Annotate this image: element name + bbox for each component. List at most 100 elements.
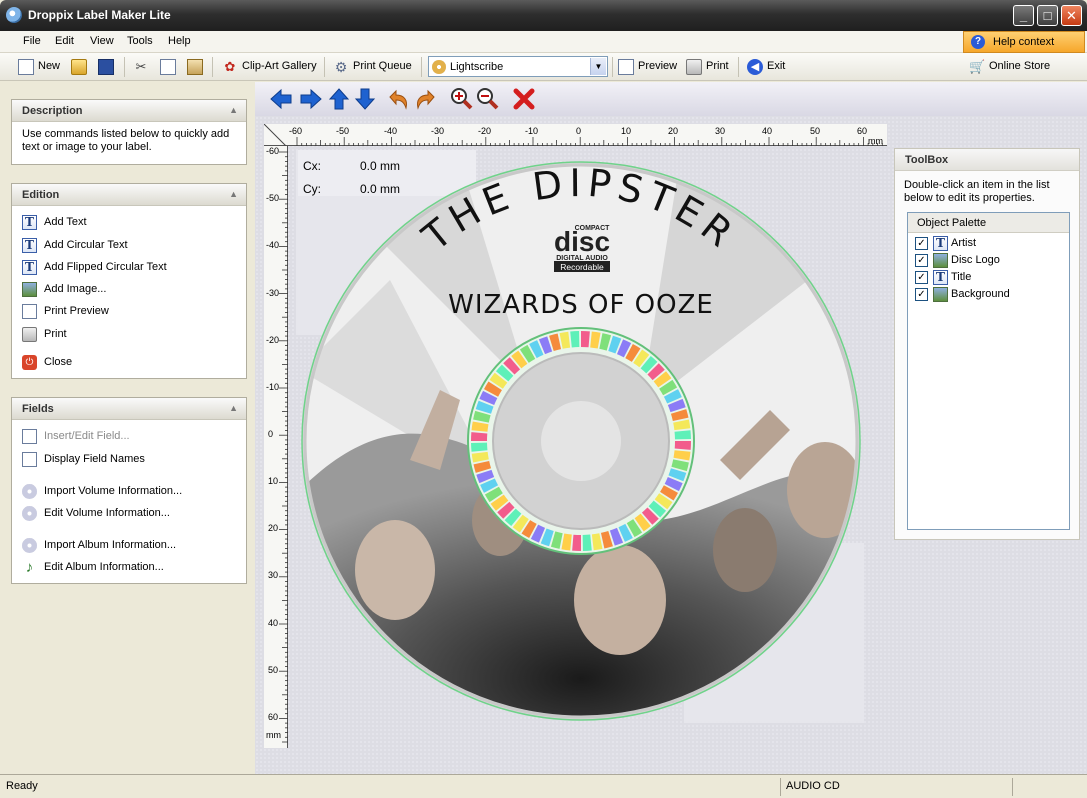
redo-icon[interactable] bbox=[414, 87, 438, 111]
menu-edit[interactable]: Edit bbox=[55, 35, 74, 47]
compact-disc-logo[interactable]: COMPACT disc DIGITAL AUDIO Recordable bbox=[554, 225, 610, 272]
display-field-names-item[interactable]: Display Field Names bbox=[22, 451, 237, 469]
print-preview-item[interactable]: Print Preview bbox=[22, 303, 237, 321]
import-album-info-item[interactable]: Import Album Information... bbox=[22, 537, 237, 555]
new-button[interactable]: New bbox=[18, 58, 62, 76]
palette-row-background[interactable]: ✓ Background bbox=[915, 286, 1065, 303]
cut-button[interactable]: ✂ bbox=[133, 58, 149, 76]
artist-checkbox[interactable]: ✓ bbox=[915, 237, 928, 250]
arrow-down-icon[interactable] bbox=[353, 87, 377, 111]
undo-icon[interactable] bbox=[386, 87, 410, 111]
ruler-label: -20 bbox=[266, 335, 280, 345]
exit-icon: ◀ bbox=[747, 59, 763, 75]
title-text[interactable]: WIZARDS OF OOZE bbox=[448, 290, 714, 320]
preview-button[interactable]: Preview bbox=[618, 58, 680, 76]
delete-icon[interactable] bbox=[512, 87, 536, 111]
exit-button[interactable]: ◀ Exit bbox=[747, 58, 789, 76]
add-flipped-circular-text-item[interactable]: T Add Flipped Circular Text bbox=[22, 259, 237, 277]
arrow-left-icon[interactable] bbox=[269, 87, 293, 111]
close-window-button[interactable]: ✕ bbox=[1061, 5, 1082, 26]
image-icon bbox=[933, 253, 948, 268]
cd-label[interactable]: THE DIPSTER COMPACT disc DIGITAL AUDIO R… bbox=[300, 160, 862, 722]
ruler-label: -10 bbox=[266, 382, 280, 392]
lightscribe-icon bbox=[432, 60, 446, 74]
collapse-icon[interactable]: ▲ bbox=[229, 403, 238, 413]
field-icon bbox=[22, 429, 37, 444]
add-text-item[interactable]: T Add Text bbox=[22, 214, 237, 232]
close-icon: ⏻ bbox=[22, 355, 37, 370]
collapse-icon[interactable]: ▲ bbox=[229, 105, 238, 115]
palette-item-label: Artist bbox=[951, 237, 977, 249]
help-context-button[interactable]: ? Help context bbox=[963, 31, 1085, 53]
close-item[interactable]: ⏻ Close bbox=[22, 354, 237, 372]
title-checkbox[interactable]: ✓ bbox=[915, 271, 928, 284]
item-label: Add Circular Text bbox=[44, 239, 128, 251]
arrow-up-icon[interactable] bbox=[327, 87, 351, 111]
save-button[interactable] bbox=[98, 58, 114, 76]
object-palette[interactable]: Object Palette ✓ T Artist ✓ Disc Logo ✓ … bbox=[907, 212, 1070, 530]
collapse-icon[interactable]: ▲ bbox=[229, 189, 238, 199]
ruler-label: -30 bbox=[266, 288, 280, 298]
scissors-icon: ✂ bbox=[135, 59, 147, 74]
edit-album-info-item[interactable]: ♪ Edit Album Information... bbox=[22, 559, 237, 577]
hub-ring-segment bbox=[674, 430, 691, 440]
menu-view[interactable]: View bbox=[90, 35, 114, 47]
disc-logo-checkbox[interactable]: ✓ bbox=[915, 254, 928, 267]
menu-help[interactable]: Help bbox=[168, 35, 191, 47]
print-label: Print bbox=[706, 60, 729, 72]
ruler-label: 30 bbox=[715, 126, 726, 136]
background-checkbox[interactable]: ✓ bbox=[915, 288, 928, 301]
title-bar[interactable]: Droppix Label Maker Lite _ □ ✕ bbox=[0, 0, 1087, 31]
ruler-label: -60 bbox=[266, 146, 280, 156]
menu-tools[interactable]: Tools bbox=[127, 35, 153, 47]
hub-ring-segment bbox=[674, 441, 691, 450]
print-queue-button[interactable]: ⚙ Print Queue bbox=[333, 58, 415, 76]
zoom-out-icon[interactable] bbox=[475, 87, 499, 111]
fields-panel-header[interactable]: Fields ▲ bbox=[12, 398, 246, 420]
printer-mode-select[interactable]: Lightscribe ▼ bbox=[428, 56, 608, 77]
paste-button[interactable] bbox=[187, 58, 203, 76]
disc-hub bbox=[467, 327, 695, 555]
minimize-button[interactable]: _ bbox=[1013, 5, 1034, 26]
insert-edit-field-item[interactable]: Insert/Edit Field... bbox=[22, 428, 237, 446]
item-label: Edit Volume Information... bbox=[44, 507, 170, 519]
palette-row-title[interactable]: ✓ T Title bbox=[915, 269, 1065, 286]
open-button[interactable] bbox=[71, 58, 87, 76]
logo-disc: disc bbox=[554, 226, 610, 257]
edit-volume-info-item[interactable]: Edit Volume Information... bbox=[22, 505, 237, 523]
circular-text-icon: T bbox=[22, 238, 37, 253]
print-item[interactable]: Print bbox=[22, 326, 237, 344]
toolbox-description: Double-click an item in the list below t… bbox=[904, 179, 1050, 204]
arrow-right-icon[interactable] bbox=[299, 87, 323, 111]
ruler-unit: mm bbox=[266, 730, 281, 740]
clipart-icon: ✿ bbox=[224, 59, 236, 74]
zoom-in-icon[interactable] bbox=[449, 87, 473, 111]
add-circular-text-item[interactable]: T Add Circular Text bbox=[22, 237, 237, 255]
import-volume-info-item[interactable]: Import Volume Information... bbox=[22, 483, 237, 501]
description-text: Use commands listed below to quickly add… bbox=[22, 128, 230, 153]
copy-button[interactable] bbox=[160, 58, 176, 76]
chevron-down-icon[interactable]: ▼ bbox=[590, 58, 606, 75]
menu-file[interactable]: File bbox=[23, 35, 41, 47]
palette-item-label: Background bbox=[951, 288, 1010, 300]
text-icon: T bbox=[933, 270, 948, 285]
object-toolbar bbox=[255, 82, 1087, 116]
palette-item-label: Title bbox=[951, 271, 972, 283]
print-queue-label: Print Queue bbox=[353, 60, 412, 72]
ruler-label: 50 bbox=[810, 126, 821, 136]
palette-row-disc-logo[interactable]: ✓ Disc Logo bbox=[915, 252, 1065, 269]
print-button[interactable]: Print bbox=[686, 58, 732, 76]
description-panel-header[interactable]: Description ▲ bbox=[12, 100, 246, 122]
item-label: Import Album Information... bbox=[44, 539, 177, 551]
new-document-icon bbox=[18, 59, 34, 75]
edition-panel-header[interactable]: Edition ▲ bbox=[12, 184, 246, 206]
exit-label: Exit bbox=[767, 60, 786, 72]
clipart-gallery-button[interactable]: ✿ Clip-Art Gallery bbox=[222, 58, 318, 76]
online-store-button[interactable]: 🛒 Online Store bbox=[969, 58, 1053, 76]
toolbar-separator bbox=[738, 57, 739, 77]
add-image-item[interactable]: Add Image... bbox=[22, 281, 237, 299]
status-separator bbox=[1012, 778, 1013, 796]
description-panel-title: Description bbox=[22, 105, 83, 117]
maximize-button[interactable]: □ bbox=[1037, 5, 1058, 26]
palette-row-artist[interactable]: ✓ T Artist bbox=[915, 235, 1065, 252]
